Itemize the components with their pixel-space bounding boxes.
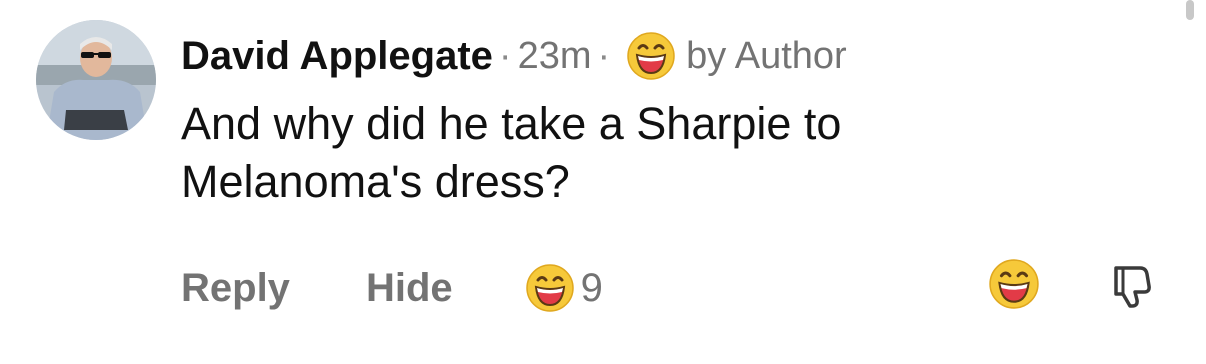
reaction-summary[interactable]: 9	[525, 263, 603, 313]
hide-button[interactable]: Hide	[366, 266, 453, 311]
separator-dot: ·	[498, 34, 512, 77]
comment-actions: Reply Hide 9	[181, 260, 603, 316]
comment-meta: David Applegate · 23m · by Author	[181, 28, 847, 84]
separator-dot: ·	[597, 34, 611, 77]
dislike-button[interactable]	[1110, 262, 1154, 310]
avatar-photo	[36, 20, 156, 140]
grinning-face-icon	[525, 264, 574, 312]
comment-text: And why did he take a Sharpie to Melanom…	[181, 98, 842, 207]
scrollbar[interactable]	[1186, 0, 1194, 20]
grinning-face-icon	[989, 259, 1039, 309]
reply-button[interactable]: Reply	[181, 266, 290, 311]
author-badge: by Author	[686, 34, 847, 77]
react-button[interactable]	[988, 258, 1040, 310]
avatar[interactable]	[36, 20, 156, 140]
timestamp: 23m	[517, 34, 592, 77]
thumbs-down-icon	[1114, 266, 1151, 308]
reaction-count: 9	[580, 265, 603, 310]
author-name[interactable]: David Applegate	[181, 34, 493, 79]
grinning-face-icon	[627, 32, 675, 80]
